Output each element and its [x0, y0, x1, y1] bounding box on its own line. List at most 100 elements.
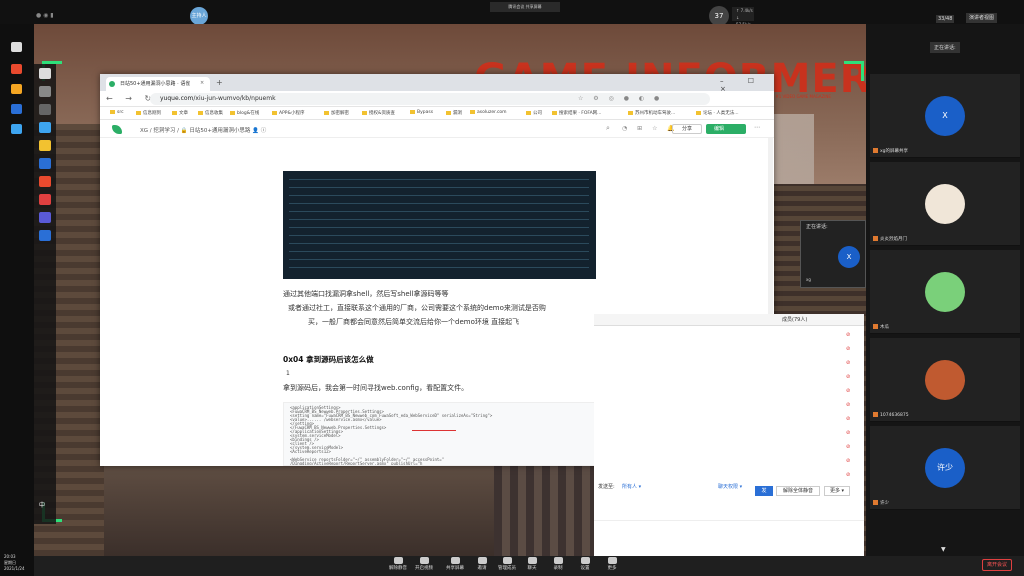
muted-mic-icon: ⊘	[846, 346, 851, 352]
screenshot-row	[289, 251, 589, 252]
muted-mic-icon: ⊘	[846, 444, 851, 450]
task-view-icon[interactable]	[39, 104, 51, 115]
folder-icon[interactable]	[39, 140, 51, 151]
clock-date: 2021/1/24	[4, 566, 25, 571]
bookmark[interactable]: 苏州市机动车驾驶...	[628, 110, 675, 116]
ime-indicator[interactable]: 中	[39, 500, 45, 509]
bookmark[interactable]: 搜索结果 · FOFA网...	[552, 110, 601, 116]
doc-paragraph: 拿到源码后，我会第一时间寻找web.config，看配置文件。	[283, 384, 469, 392]
edit-button[interactable]: 编辑	[706, 124, 746, 134]
bookmark[interactable]: 信息刚到	[136, 110, 161, 116]
unmute-all-button[interactable]: 解除全体静音	[776, 486, 820, 496]
red-underline	[412, 430, 456, 431]
unmute-button[interactable]: 解除静音	[386, 557, 410, 573]
muted-mic-icon: ⊘	[846, 388, 851, 394]
header-icons[interactable]: ◔ ⊞ ☆ 🔔	[622, 125, 679, 132]
screenshot-row	[289, 235, 589, 236]
meeting-title: 腾讯会议 共享屏幕	[490, 2, 560, 12]
send-button[interactable]: 发	[755, 486, 773, 496]
muted-mic-icon: ⊘	[846, 430, 851, 436]
app-icon[interactable]	[11, 104, 22, 114]
windows-start-icon[interactable]	[11, 42, 22, 52]
bookmark[interactable]: 文章	[172, 110, 188, 116]
browser-tab[interactable]: 日站50+通用漏洞小思路 · 语雀	[106, 77, 210, 91]
bookmark[interactable]: 漏洞	[446, 110, 462, 116]
video-button[interactable]: 开启视频	[412, 557, 436, 573]
bookmark[interactable]: blog&在线	[230, 110, 259, 116]
chat-permission-select[interactable]: 聊天权限 ▾	[718, 483, 742, 490]
new-tab-button[interactable]: +	[216, 78, 223, 87]
participant-tile[interactable]: 许少 许少	[870, 426, 1020, 510]
bookmark[interactable]: asoluzer.com	[470, 110, 507, 115]
leave-meeting-button[interactable]: 离开会议	[982, 559, 1012, 571]
yuque-favicon-icon	[109, 81, 115, 87]
nav-buttons[interactable]: ← → ↻	[106, 94, 156, 103]
app-icon[interactable]	[39, 158, 51, 169]
search-icon[interactable]: ⌕	[606, 124, 610, 133]
record-button[interactable]: 录制	[546, 557, 570, 573]
share-screen-button[interactable]: 共享屏幕	[443, 557, 467, 573]
bookmark[interactable]: src	[110, 110, 124, 115]
app-icon[interactable]	[39, 194, 51, 205]
members-button[interactable]: 管理成员	[495, 557, 519, 573]
more-button[interactable]: 更多	[600, 557, 624, 573]
bookmark[interactable]: 授权&资质查	[362, 110, 395, 116]
toolbar-label: 录制	[553, 566, 563, 571]
start-icon[interactable]	[39, 68, 51, 79]
toolbar-label: 解除静音	[389, 566, 407, 571]
host-avatar[interactable]: 主持人	[190, 7, 208, 25]
mail-icon[interactable]	[11, 124, 22, 134]
edge-icon[interactable]	[39, 122, 51, 133]
participant-tile[interactable]: 木瓜	[870, 250, 1020, 334]
firefox-icon[interactable]	[11, 84, 22, 94]
bookmark[interactable]: 加密解密	[324, 110, 349, 116]
more-button[interactable]: 更多 ▾	[824, 486, 850, 496]
send-to-select[interactable]: 所有人 ▾	[622, 483, 641, 490]
share-button[interactable]: 分享	[672, 124, 702, 134]
speaker-count-bubble[interactable]: 37	[709, 6, 729, 26]
network-status-icon: ● ◉ ▮	[36, 12, 54, 19]
screenshot-row	[289, 243, 589, 244]
app-icon[interactable]	[39, 212, 51, 223]
bookmark[interactable]: 公司	[526, 110, 542, 116]
bookmark[interactable]: APP&小程序	[272, 110, 305, 116]
speaker-avatar: X	[838, 246, 860, 268]
screenshot-row	[289, 203, 589, 204]
muted-mic-icon: ⊘	[846, 374, 851, 380]
extension-icons[interactable]: ☆ ⚙ ◎ ● ◐ ●	[578, 95, 663, 102]
more-icon[interactable]: ⋯	[754, 124, 760, 131]
toolbar-label: 开启视频	[415, 566, 433, 571]
participant-avatar	[925, 360, 965, 400]
shared-screen: GAME·INFORMER THE WORLD'S #1 VIDEO GAME …	[34, 24, 866, 556]
search-icon[interactable]	[39, 86, 51, 97]
camera-icon	[419, 557, 429, 564]
doc-paragraph: 买，一般厂商都会同意然后简单交流后给你一个demo环境 直接起飞	[308, 318, 520, 326]
participant-tile[interactable]: 炎炎烈焰月门	[870, 162, 1020, 246]
doc-paragraph: 或者通过社工，直接联系这个通用的厂商，公司需要这个系统的demo来测试是否购	[288, 304, 546, 312]
gear-icon	[580, 557, 590, 564]
chevron-down-icon[interactable]: ▼	[941, 546, 946, 553]
breadcrumb[interactable]: XG / 挖洞学习 / 🔒 日站50+通用漏洞小思路 👤 ⓘ	[140, 126, 266, 134]
bookmark[interactable]: 论坛 · 人类无法...	[696, 110, 739, 116]
screenshot-row	[289, 187, 589, 188]
muted-mic-icon: ⊘	[846, 472, 851, 478]
toolbar-label: 更多	[607, 566, 617, 571]
code-line: <ActiveReports12>	[290, 449, 331, 454]
screenshot-row	[289, 259, 589, 260]
chrome-icon[interactable]	[39, 176, 51, 187]
participant-tile[interactable]: X xg的屏幕共享	[870, 74, 1020, 158]
chrome-icon[interactable]	[11, 64, 22, 74]
tab-close-icon[interactable]: ×	[200, 80, 204, 86]
participant-tile[interactable]: 1074636875	[870, 338, 1020, 422]
bookmark[interactable]: Bypass	[410, 110, 433, 115]
app-icon[interactable]	[39, 230, 51, 241]
participant-name: 1074636875	[873, 412, 909, 418]
bookmark[interactable]: 信息收集	[198, 110, 223, 116]
invite-button[interactable]: 邀请	[470, 557, 494, 573]
layout-button[interactable]: 演讲者视图	[966, 13, 998, 23]
system-taskbar: 20:03 星期日 2021/1/24	[0, 24, 34, 576]
chat-button[interactable]: 聊天	[520, 557, 544, 573]
toolbar-label: 共享屏幕	[446, 566, 464, 571]
muted-mic-icon: ⊘	[846, 416, 851, 422]
settings-button[interactable]: 设置	[573, 557, 597, 573]
